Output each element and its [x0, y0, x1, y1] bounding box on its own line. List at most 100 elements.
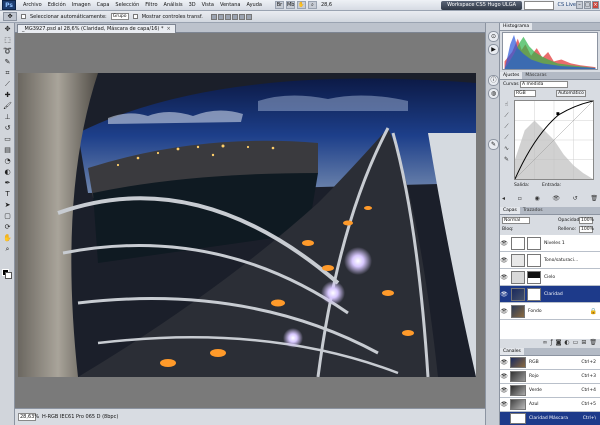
opacity-input[interactable]: 100%: [579, 217, 594, 224]
channel-row[interactable]: 👁 Rojo Ctrl+3: [500, 370, 600, 384]
mask-thumb[interactable]: [527, 236, 541, 250]
eyedropper-icon[interactable]: ⟋: [2, 79, 13, 89]
clip-icon[interactable]: ◉: [534, 195, 539, 203]
expand-icon[interactable]: ▫: [518, 195, 522, 203]
document-tab[interactable]: _MG3927.psd al 28,6% (Claridad, Máscara …: [17, 24, 176, 33]
info-panel-icon[interactable]: ⓘ: [488, 75, 499, 86]
fill-input[interactable]: 100%: [579, 226, 594, 233]
document-image[interactable]: [18, 73, 476, 377]
visibility-eye-icon[interactable]: 👁: [500, 274, 508, 281]
pen-tool-icon[interactable]: ✒: [2, 178, 13, 188]
channel-row-selected[interactable]: Claridad Máscara Ctrl+\: [500, 412, 600, 425]
layer-row[interactable]: 👁 Tono/saturaci...: [500, 252, 600, 269]
menu-vista[interactable]: Vista: [199, 0, 217, 11]
menu-ayuda[interactable]: Ayuda: [243, 0, 264, 11]
menu-3d[interactable]: 3D: [186, 0, 199, 11]
menu-imagen[interactable]: Imagen: [69, 0, 94, 11]
history-panel-icon[interactable]: ⊙: [488, 31, 499, 42]
visibility-eye-icon[interactable]: 👁: [500, 308, 508, 315]
delete-layer-icon[interactable]: 🗑: [589, 339, 597, 347]
delete-icon[interactable]: 🗑: [590, 195, 598, 203]
menu-archivo[interactable]: Archivo: [20, 0, 45, 11]
new-layer-icon[interactable]: ⊞: [581, 339, 586, 347]
status-zoom-field[interactable]: 28,63%: [18, 413, 39, 421]
zoom-level[interactable]: 28,6: [321, 2, 332, 8]
visibility-eye-icon[interactable]: 👁: [500, 401, 508, 408]
on-image-adjust-icon[interactable]: ☝: [502, 100, 511, 109]
canvas-area[interactable]: [15, 33, 485, 408]
gradient-icon[interactable]: ▤: [2, 145, 13, 155]
bridge-icon[interactable]: Br: [274, 1, 284, 9]
clone-stamp-icon[interactable]: ⊥: [2, 112, 13, 122]
type-tool-icon[interactable]: T: [2, 189, 13, 199]
reset-icon[interactable]: ↺: [573, 195, 578, 203]
3d-rotate-icon[interactable]: ⟳: [2, 222, 13, 232]
close-tab-icon[interactable]: ×: [166, 26, 170, 32]
blend-mode-dropdown[interactable]: Normal: [502, 217, 530, 224]
visibility-eye-icon[interactable]: 👁: [500, 257, 508, 264]
visibility-eye-icon[interactable]: 👁: [500, 387, 508, 394]
menu-edicion[interactable]: Edición: [45, 0, 69, 11]
visibility-eye-icon[interactable]: 👁: [500, 240, 508, 247]
layer-row[interactable]: 👁 Cielo: [500, 269, 600, 286]
move-tool-icon[interactable]: ✥: [2, 24, 13, 34]
mask-thumb[interactable]: [527, 270, 541, 284]
brush-tool-icon[interactable]: 🖌: [2, 101, 13, 111]
menu-ventana[interactable]: Ventana: [217, 0, 244, 11]
tab-histogram[interactable]: Histograma: [500, 23, 533, 30]
auto-select-dropdown[interactable]: Grupo: [110, 13, 129, 20]
minimize-button[interactable]: –: [576, 1, 583, 9]
align-right-icon[interactable]: [245, 13, 252, 20]
hand-tool-icon[interactable]: ✋: [2, 233, 13, 243]
background-color-swatch[interactable]: [5, 272, 12, 279]
visibility-eye-icon[interactable]: 👁: [500, 373, 508, 380]
curves-graph[interactable]: [514, 100, 594, 180]
tab-masks[interactable]: Máscaras: [522, 72, 549, 79]
hand-icon[interactable]: ✋: [296, 1, 306, 9]
channel-row[interactable]: 👁 Verde Ctrl+4: [500, 384, 600, 398]
align-center-icon[interactable]: [238, 13, 245, 20]
new-adjustment-icon[interactable]: ◐: [564, 339, 569, 347]
menu-analisis[interactable]: Análisis: [161, 0, 186, 11]
search-input[interactable]: [524, 1, 554, 10]
tab-layers[interactable]: Capas: [500, 207, 520, 214]
transform-controls-checkbox[interactable]: [132, 14, 138, 19]
status-info[interactable]: H-RGB IEC61 Pro 065 D (8bpc): [42, 414, 118, 420]
layer-row[interactable]: 👁 Niveles 1: [500, 235, 600, 252]
align-top-icon[interactable]: [210, 13, 217, 20]
link-icon[interactable]: ∞: [542, 339, 547, 347]
new-group-icon[interactable]: ▭: [573, 339, 579, 347]
channel-row[interactable]: 👁 Azul Ctrl+5: [500, 398, 600, 412]
tab-adjustments[interactable]: Ajustes: [500, 72, 523, 79]
minibridge-icon[interactable]: Mb: [285, 1, 295, 9]
workspace-button[interactable]: Workspace CS5 Hugo ULGA: [441, 1, 522, 10]
close-button[interactable]: ×: [592, 1, 599, 9]
channel-row[interactable]: 👁 RGB Ctrl+2: [500, 356, 600, 370]
layer-row-selected[interactable]: 👁 Claridad: [500, 286, 600, 303]
pencil-icon[interactable]: ✎: [502, 155, 511, 164]
zoom-icon[interactable]: ⌕: [307, 1, 317, 9]
auto-select-checkbox[interactable]: [21, 14, 26, 19]
color-panel-icon[interactable]: ◍: [488, 88, 499, 99]
move-tool-preset[interactable]: ✥: [3, 12, 17, 21]
align-left-icon[interactable]: [231, 13, 238, 20]
curves-preset-dropdown[interactable]: A medida: [520, 81, 568, 88]
add-mask-icon[interactable]: ◙: [556, 339, 562, 347]
fx-icon[interactable]: ƒ: [550, 339, 552, 347]
visibility-eye-icon[interactable]: 👁: [500, 359, 508, 366]
maximize-button[interactable]: □: [584, 1, 591, 9]
marquee-tool-icon[interactable]: ⬚: [2, 35, 13, 45]
visibility-eye-icon[interactable]: 👁: [500, 291, 508, 298]
back-icon[interactable]: ◂: [502, 195, 505, 203]
brush-panel-icon[interactable]: ✎: [488, 139, 499, 150]
dodge-tool-icon[interactable]: ◐: [2, 167, 13, 177]
white-point-eyedropper-icon[interactable]: ⟋: [502, 133, 511, 142]
menu-seleccion[interactable]: Selección: [112, 0, 142, 11]
menu-capa[interactable]: Capa: [94, 0, 113, 11]
tab-paths[interactable]: Trazados: [520, 207, 546, 214]
channel-dropdown[interactable]: RGB: [514, 90, 536, 97]
visibility-icon[interactable]: 👁: [552, 195, 560, 203]
menu-filtro[interactable]: Filtro: [142, 0, 160, 11]
tab-channels[interactable]: Canales: [500, 348, 524, 355]
crop-tool-icon[interactable]: ⌗: [2, 68, 13, 78]
